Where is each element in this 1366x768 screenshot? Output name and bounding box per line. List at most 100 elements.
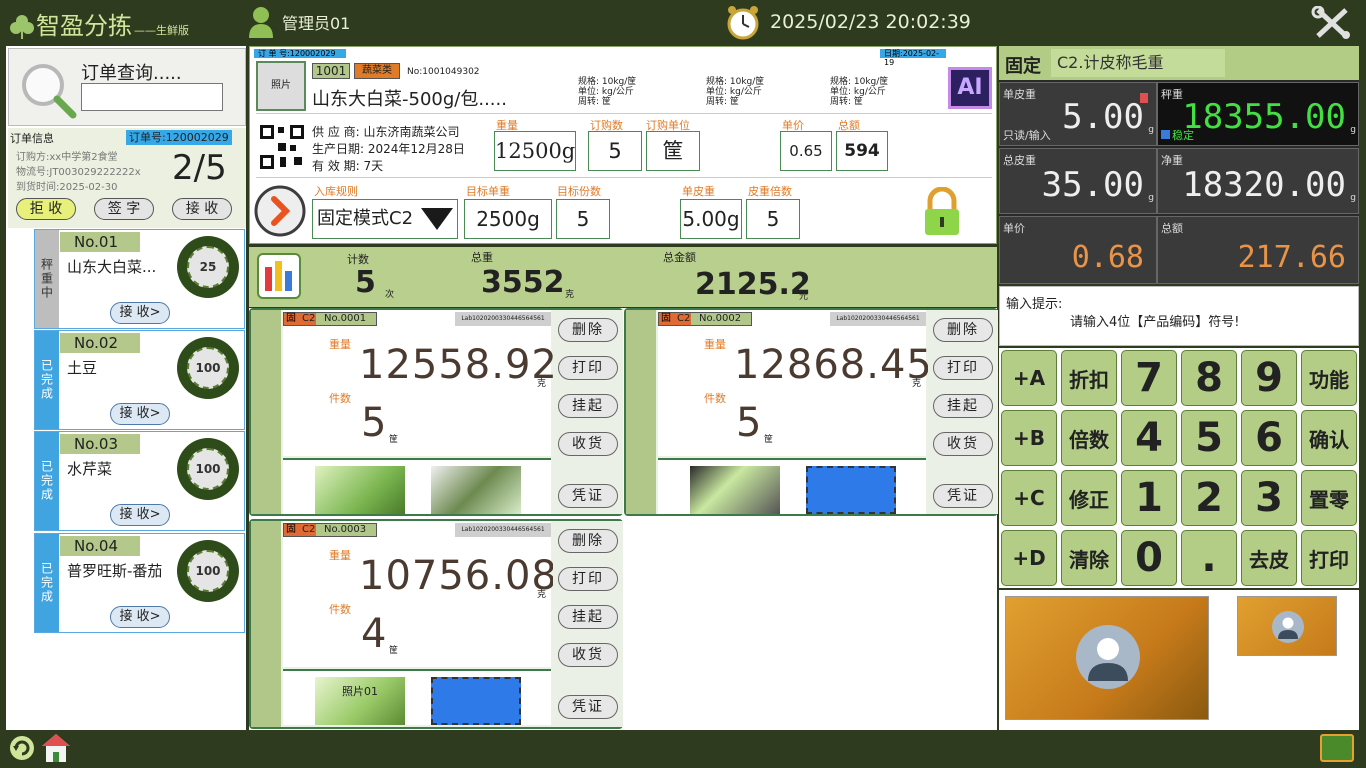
key-7[interactable]: 7 (1121, 350, 1177, 406)
spec-turnover: 周转: 筐 (830, 97, 863, 107)
order-search[interactable]: 订单查询..... (8, 48, 246, 126)
key-correct[interactable]: 修正 (1061, 470, 1117, 526)
card-pieces: 5 (736, 400, 762, 446)
key-clear[interactable]: 清除 (1061, 530, 1117, 586)
card-pieces-label: 件数 (704, 392, 726, 405)
hold-button[interactable]: 挂起 (558, 605, 618, 629)
order-qty-field[interactable]: 5 (588, 131, 642, 171)
hold-button[interactable]: 挂起 (933, 394, 993, 418)
key-2[interactable]: 2 (1181, 470, 1237, 526)
receive-button[interactable]: 收货 (933, 432, 993, 456)
key-8[interactable]: 8 (1181, 350, 1237, 406)
card-photos (283, 458, 551, 514)
weigh-record-card[interactable]: 固 C2 No.0003 Lab1020200330446564561 重量 107… (249, 519, 623, 729)
voucher-button[interactable]: 凭证 (558, 695, 618, 719)
produce-photo[interactable]: 照片01 (315, 677, 405, 725)
key-6[interactable]: 6 (1241, 410, 1297, 466)
weigh-record-card[interactable]: 固 C2 No.0001 Lab1020200330446564561 重量 125… (249, 308, 623, 516)
list-item[interactable]: 已完成 No.04 普罗旺斯-番茄 100 接 收> (34, 533, 245, 633)
receive-button[interactable]: 收货 (558, 643, 618, 667)
key-0[interactable]: 0 (1121, 530, 1177, 586)
product-photo[interactable]: 照片 (256, 61, 306, 111)
list-item[interactable]: 已完成 No.02 土豆 100 接 收> (34, 330, 245, 430)
key-discount[interactable]: 折扣 (1061, 350, 1117, 406)
date-bar: 日期:2025-02-19 (880, 49, 946, 67)
card-mode: C2 (677, 313, 691, 324)
order-logistics: 物流号:JT003029222222x (16, 167, 141, 178)
key-tare[interactable]: 去皮 (1241, 530, 1297, 586)
key-plus-d[interactable]: +D (1001, 530, 1057, 586)
key-print[interactable]: 打印 (1301, 530, 1357, 586)
weight-field[interactable]: 12500g (494, 131, 576, 171)
crate-photo[interactable] (431, 677, 521, 725)
card-number: No.0002 (699, 313, 742, 324)
voucher-button[interactable]: 凭证 (558, 484, 618, 508)
search-input[interactable] (81, 83, 223, 111)
sign-button[interactable]: 签 字 (94, 198, 154, 220)
unit-price-field[interactable]: 0.65 (780, 131, 832, 171)
produce-photo[interactable] (315, 466, 405, 514)
print-button[interactable]: 打印 (558, 567, 618, 591)
key-5[interactable]: 5 (1181, 410, 1237, 466)
delete-button[interactable]: 删除 (558, 318, 618, 342)
key-4[interactable]: 4 (1121, 410, 1177, 466)
list-item[interactable]: 秤重中 No.01 山东大白菜... 25 接 收> (34, 229, 245, 329)
produce-photo[interactable] (690, 466, 780, 514)
item-receive-button[interactable]: 接 收> (110, 504, 170, 526)
delete-button[interactable]: 删除 (933, 318, 993, 342)
card-number: No.0003 (324, 524, 367, 535)
ai-button[interactable]: AI (948, 67, 992, 109)
receive-button[interactable]: 收货 (558, 432, 618, 456)
print-button[interactable]: 打印 (933, 356, 993, 380)
next-arrow-icon[interactable] (254, 185, 306, 237)
refresh-icon[interactable] (8, 734, 36, 762)
settings-tools-button[interactable] (1310, 5, 1354, 40)
key-3[interactable]: 3 (1241, 470, 1297, 526)
net-weight-cell: 净重 18320.00 g (1157, 148, 1359, 214)
user-info[interactable]: 管理员01 (248, 6, 350, 38)
key-function[interactable]: 功能 (1301, 350, 1357, 406)
tare-multiple-field[interactable]: 5 (746, 199, 800, 239)
rule-select[interactable]: 固定模式C2 (312, 199, 458, 239)
key-zero-reset[interactable]: 置零 (1301, 470, 1357, 526)
keyboard-toggle-button[interactable] (1320, 734, 1354, 762)
item-receive-button[interactable]: 接 收> (110, 403, 170, 425)
crate-photo[interactable] (806, 466, 896, 514)
key-plus-a[interactable]: +A (1001, 350, 1057, 406)
unit-price-cell: 单价 0.68 (999, 216, 1157, 284)
item-receive-button[interactable]: 接 收> (110, 302, 170, 324)
list-item[interactable]: 已完成 No.03 水芹菜 100 接 收> (34, 431, 245, 531)
total-money-value: 2125.2 (695, 267, 811, 302)
card-record-tag: 固 C2 No.0002 (658, 312, 752, 326)
order-unit-field[interactable]: 筐 (646, 131, 700, 171)
home-icon[interactable] (40, 732, 72, 764)
lock-icon[interactable] (922, 187, 962, 237)
key-multiplier[interactable]: 倍数 (1061, 410, 1117, 466)
tip-message: 请输入4位【产品编码】符号! (1070, 315, 1240, 330)
main-camera-view[interactable] (1005, 596, 1209, 720)
key-confirm[interactable]: 确认 (1301, 410, 1357, 466)
print-button[interactable]: 打印 (558, 356, 618, 380)
tare-cell[interactable]: 单皮重 5.00 g 只读/输入 (999, 82, 1157, 146)
key-9[interactable]: 9 (1241, 350, 1297, 406)
sub-camera-view[interactable] (1237, 596, 1337, 656)
target-count-field[interactable]: 5 (556, 199, 610, 239)
bar-chart-icon[interactable] (257, 253, 301, 299)
reject-button[interactable]: 拒 收 (16, 198, 76, 220)
validity: 有 效 期: 7天 (312, 159, 384, 173)
accept-button[interactable]: 接 收 (172, 198, 232, 220)
hold-button[interactable]: 挂起 (558, 394, 618, 418)
item-receive-button[interactable]: 接 收> (110, 606, 170, 628)
tare-field[interactable]: 5.00g (680, 199, 742, 239)
key-dot[interactable]: . (1181, 530, 1237, 586)
target-weight-field[interactable]: 2500g (464, 199, 552, 239)
crate-photo[interactable] (431, 466, 521, 514)
card-mode: C2 (302, 524, 316, 535)
delete-button[interactable]: 删除 (558, 529, 618, 553)
product-photo-label: 照片 (271, 80, 291, 91)
weigh-record-card[interactable]: 固 C2 No.0002 Lab1020200330446564561 重量 128… (624, 308, 998, 516)
key-plus-c[interactable]: +C (1001, 470, 1057, 526)
key-1[interactable]: 1 (1121, 470, 1177, 526)
key-plus-b[interactable]: +B (1001, 410, 1057, 466)
voucher-button[interactable]: 凭证 (933, 484, 993, 508)
